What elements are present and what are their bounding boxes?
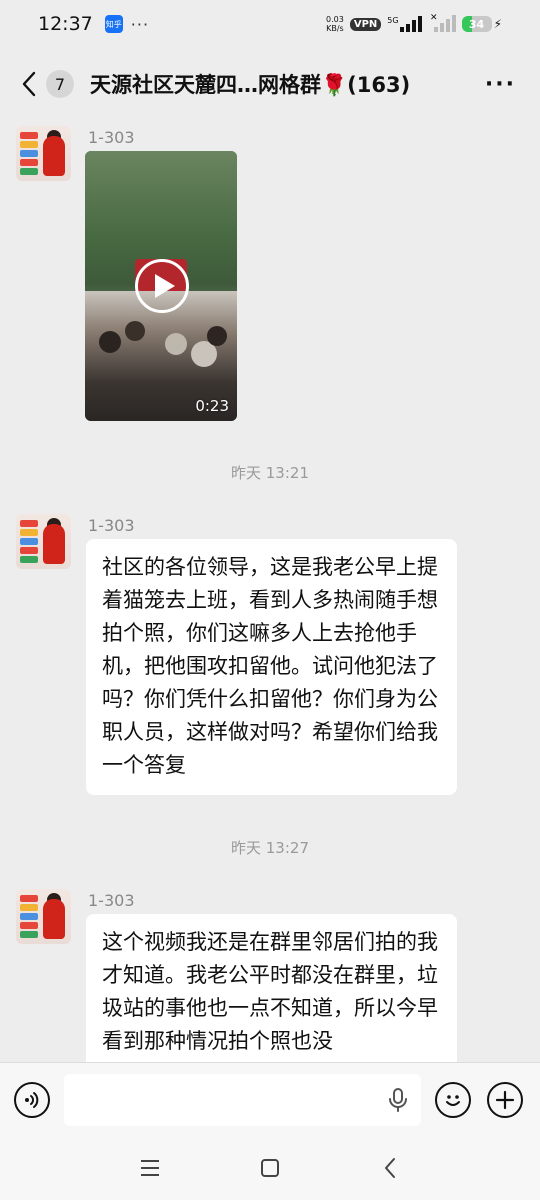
network-speed: 0.03 KB/s — [326, 15, 344, 33]
network-speed-value: 0.03 — [326, 15, 344, 24]
recent-apps-button[interactable] — [130, 1148, 170, 1188]
chat-header: 7 天源社区天麓四…网格群🌹(163) ··· — [0, 56, 540, 112]
chat-title: 天源社区天麓四…网格群🌹(163) — [90, 73, 411, 97]
video-message[interactable]: 0:23 — [85, 151, 237, 421]
sender-avatar[interactable] — [16, 126, 71, 181]
plus-icon — [495, 1090, 515, 1109]
back-arrow-icon — [385, 1158, 395, 1178]
home-square-icon — [261, 1159, 279, 1177]
svg-text:✕: ✕ — [430, 13, 438, 23]
system-navigation-bar — [0, 1136, 540, 1200]
charging-icon: ⚡ — [493, 17, 502, 31]
status-icons: 0.03 KB/s VPN 5G ✕ 34 ⚡ — [326, 12, 502, 36]
status-bar: 12:37 知乎 ··· 0.03 KB/s VPN 5G ✕ 34 ⚡ — [0, 0, 540, 48]
play-button[interactable] — [135, 259, 189, 313]
back-nav-button[interactable] — [370, 1148, 410, 1188]
message-bubble[interactable]: 社区的各位领导，这是我老公早上提着猫笼去上班，看到人多热闹随手想拍个照，你们这嘛… — [86, 539, 457, 795]
signal-5g-icon: 5G — [387, 16, 423, 32]
emoji-button[interactable] — [435, 1081, 471, 1118]
vpn-icon: VPN — [349, 17, 382, 31]
sender-name: 1-303 — [88, 516, 135, 535]
unread-count-badge[interactable]: 7 — [46, 70, 74, 98]
network-speed-unit: KB/s — [326, 24, 344, 33]
notification-more-icon: ··· — [130, 14, 150, 34]
message-bubble[interactable]: 这个视频我还是在群里邻居们拍的我才知道。我老公平时都没在群里，垃圾站的事他也一点… — [86, 914, 457, 1074]
status-time: 12:37 — [38, 13, 93, 35]
signal-weak-icon: ✕ — [430, 12, 456, 36]
emoji-icon — [446, 1094, 460, 1106]
voice-input-button[interactable] — [14, 1081, 50, 1118]
signal-type-label: 5G — [387, 16, 399, 25]
chat-input-bar — [0, 1062, 540, 1136]
add-attachment-button[interactable] — [487, 1081, 523, 1118]
message-timestamp: 昨天 13:21 — [231, 464, 309, 482]
message-timestamp: 昨天 13:27 — [231, 839, 309, 857]
battery-level: 34 — [468, 17, 485, 31]
back-button[interactable] — [18, 64, 40, 104]
menu-icon — [141, 1160, 159, 1176]
battery-icon: 34 ⚡ — [461, 16, 502, 32]
sender-avatar[interactable] — [16, 889, 71, 944]
sender-name: 1-303 — [88, 128, 135, 147]
chevron-left-icon — [22, 71, 36, 97]
voice-waves-icon — [25, 1091, 39, 1108]
message-input[interactable] — [64, 1073, 421, 1126]
home-button[interactable] — [250, 1148, 290, 1188]
more-options-button[interactable]: ··· — [479, 72, 522, 97]
zhihu-app-icon: 知乎 — [104, 15, 123, 33]
microphone-icon[interactable] — [387, 1087, 409, 1117]
sender-name: 1-303 — [88, 891, 135, 910]
video-duration: 0:23 — [195, 397, 229, 415]
play-icon — [154, 274, 175, 298]
sender-avatar[interactable] — [16, 514, 71, 569]
